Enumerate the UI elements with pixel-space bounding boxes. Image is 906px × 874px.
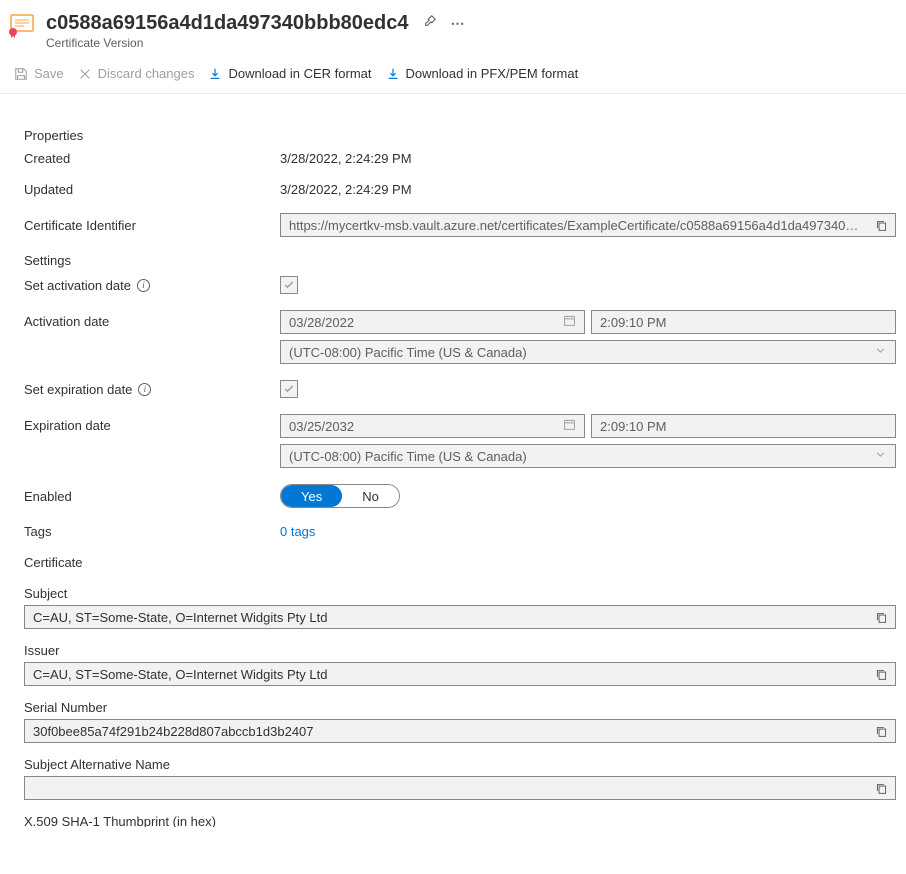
calendar-icon — [563, 418, 576, 434]
subject-value: C=AU, ST=Some-State, O=Internet Widgits … — [25, 610, 867, 625]
issuer-label: Issuer — [24, 643, 898, 658]
info-icon[interactable]: i — [138, 383, 151, 396]
set-expiration-label: Set expiration date — [24, 382, 132, 397]
san-label: Subject Alternative Name — [24, 757, 898, 772]
cert-id-label: Certificate Identifier — [24, 218, 280, 233]
created-label: Created — [24, 151, 280, 166]
download-icon — [386, 67, 400, 81]
tags-link[interactable]: 0 tags — [280, 524, 315, 539]
expiration-date-label: Expiration date — [24, 414, 280, 433]
activation-time-input[interactable]: 2:09:10 PM — [591, 310, 896, 334]
expiration-timezone-select[interactable]: (UTC-08:00) Pacific Time (US & Canada) — [280, 444, 896, 468]
section-settings: Settings — [24, 253, 898, 268]
save-button: Save — [14, 64, 64, 83]
sha1-label: X.509 SHA-1 Thumbprint (in hex) — [24, 814, 898, 827]
issuer-value: C=AU, ST=Some-State, O=Internet Widgits … — [25, 667, 867, 682]
enabled-label: Enabled — [24, 489, 280, 504]
subject-field: C=AU, ST=Some-State, O=Internet Widgits … — [24, 605, 896, 629]
set-expiration-checkbox[interactable] — [280, 380, 298, 398]
info-icon[interactable]: i — [137, 279, 150, 292]
page-title: c0588a69156a4d1da497340bbb80edc4 — [46, 10, 409, 36]
save-icon — [14, 67, 28, 81]
chevron-down-icon — [874, 344, 887, 360]
serial-field: 30f0bee85a74f291b24b228d807abccb1d3b2407 — [24, 719, 896, 743]
pin-icon[interactable] — [423, 10, 437, 36]
more-icon[interactable]: ⋯ — [451, 10, 465, 36]
activation-date-label: Activation date — [24, 310, 280, 329]
issuer-field: C=AU, ST=Some-State, O=Internet Widgits … — [24, 662, 896, 686]
chevron-down-icon — [874, 448, 887, 464]
toggle-no[interactable]: No — [342, 485, 399, 507]
toggle-yes[interactable]: Yes — [281, 485, 342, 507]
copy-icon[interactable] — [867, 606, 895, 628]
san-field — [24, 776, 896, 800]
copy-icon[interactable] — [867, 777, 895, 799]
toolbar: Save Discard changes Download in CER for… — [0, 56, 906, 94]
updated-label: Updated — [24, 182, 280, 197]
close-icon — [78, 67, 92, 81]
tags-label: Tags — [24, 524, 280, 539]
cert-id-value: https://mycertkv-msb.vault.azure.net/cer… — [281, 218, 867, 233]
copy-icon[interactable] — [867, 720, 895, 742]
section-properties: Properties — [24, 128, 898, 143]
copy-icon[interactable] — [867, 663, 895, 685]
expiration-date-input[interactable]: 03/25/2032 — [280, 414, 585, 438]
set-activation-label: Set activation date — [24, 278, 131, 293]
enabled-toggle[interactable]: Yes No — [280, 484, 400, 508]
download-cer-button[interactable]: Download in CER format — [208, 64, 371, 83]
expiration-time-input[interactable]: 2:09:10 PM — [591, 414, 896, 438]
set-activation-checkbox[interactable] — [280, 276, 298, 294]
discard-button: Discard changes — [78, 64, 195, 83]
subject-label: Subject — [24, 586, 898, 601]
serial-label: Serial Number — [24, 700, 898, 715]
download-pfx-button[interactable]: Download in PFX/PEM format — [386, 64, 579, 83]
calendar-icon — [563, 314, 576, 330]
copy-icon[interactable] — [867, 214, 895, 236]
section-certificate: Certificate — [24, 555, 898, 570]
certificate-icon — [8, 10, 36, 38]
updated-value: 3/28/2022, 2:24:29 PM — [280, 182, 896, 197]
page-subtitle: Certificate Version — [46, 36, 898, 50]
download-icon — [208, 67, 222, 81]
activation-timezone-select[interactable]: (UTC-08:00) Pacific Time (US & Canada) — [280, 340, 896, 364]
created-value: 3/28/2022, 2:24:29 PM — [280, 151, 896, 166]
activation-date-input[interactable]: 03/28/2022 — [280, 310, 585, 334]
serial-value: 30f0bee85a74f291b24b228d807abccb1d3b2407 — [25, 724, 867, 739]
cert-id-field: https://mycertkv-msb.vault.azure.net/cer… — [280, 213, 896, 237]
